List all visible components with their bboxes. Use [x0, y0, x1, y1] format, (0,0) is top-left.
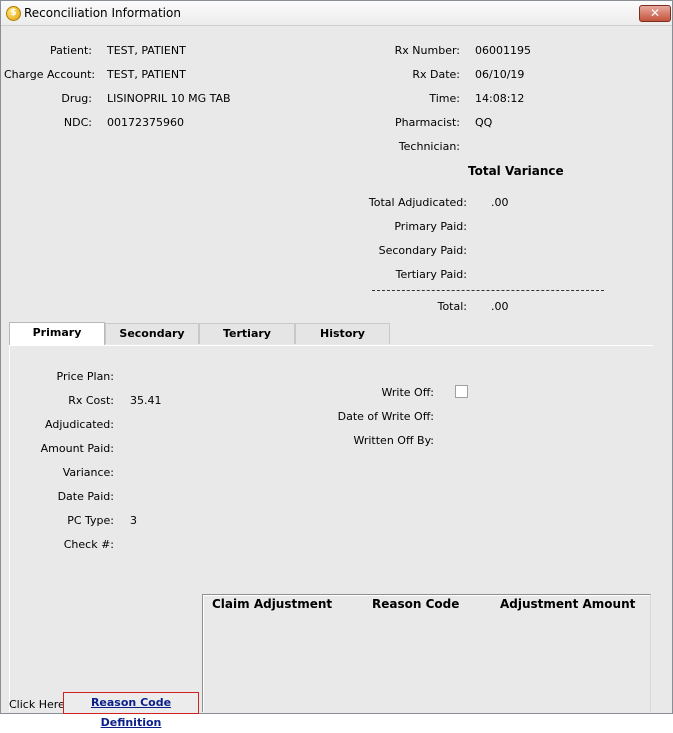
drug-value: LISINOPRIL 10 MG TAB [107, 92, 231, 105]
tab-history-label: History [320, 327, 365, 340]
window-client-area: Patient: TEST, PATIENT Charge Account: T… [4, 27, 670, 729]
rx-date-label: Rx Date: [412, 68, 460, 81]
reason-code-header[interactable]: Reason Code [372, 597, 459, 611]
price-plan-label: Price Plan: [56, 370, 114, 383]
rx-date-value: 06/10/19 [475, 68, 525, 81]
primary-paid-label: Primary Paid: [394, 220, 467, 233]
close-icon: ✕ [649, 6, 661, 20]
tab-tertiary-label: Tertiary [223, 327, 271, 340]
total-divider [372, 290, 604, 291]
variance-label: Variance: [62, 466, 114, 479]
rx-cost-label: Rx Cost: [68, 394, 114, 407]
adjustment-amount-header[interactable]: Adjustment Amount [500, 597, 635, 611]
adjudicated-label: Adjudicated: [45, 418, 114, 431]
patient-label: Patient: [49, 44, 92, 57]
total-adjudicated-value: .00 [491, 196, 509, 209]
tab-primary[interactable]: Primary [9, 322, 105, 345]
charge-account-value: TEST, PATIENT [107, 68, 186, 81]
title-bar[interactable]: $ Reconciliation Information ✕ [1, 1, 672, 26]
total-value: .00 [491, 300, 509, 313]
tab-history[interactable]: History [295, 323, 390, 344]
reconciliation-window: $ Reconciliation Information ✕ Patient: … [0, 0, 673, 729]
rx-cost-value: 35.41 [130, 394, 162, 407]
secondary-paid-label: Secondary Paid: [378, 244, 467, 257]
window-title: Reconciliation Information [24, 6, 181, 20]
ndc-value: 00172375960 [107, 116, 184, 129]
app-coin-icon: $ [6, 6, 21, 21]
tab-secondary[interactable]: Secondary [105, 323, 199, 344]
check-number-label: Check #: [63, 538, 114, 551]
patient-value: TEST, PATIENT [107, 44, 186, 57]
tertiary-paid-label: Tertiary Paid: [395, 268, 467, 281]
close-button[interactable]: ✕ [639, 5, 671, 22]
written-off-by-label: Written Off By: [353, 434, 434, 447]
ndc-label: NDC: [63, 116, 92, 129]
technician-label: Technician: [398, 140, 460, 153]
time-value: 14:08:12 [475, 92, 525, 105]
total-label: Total: [437, 300, 467, 313]
write-off-checkbox[interactable] [455, 385, 468, 398]
time-label: Time: [429, 92, 460, 105]
tab-strip: Primary Secondary Tertiary History [9, 322, 655, 345]
date-of-write-off-label: Date of Write Off: [337, 410, 434, 423]
claim-adjustment-header[interactable]: Claim Adjustment [212, 597, 332, 611]
pharmacist-value: QQ [475, 116, 493, 129]
pc-type-value: 3 [130, 514, 137, 527]
reason-code-definition-link[interactable]: Reason Code Definition [63, 692, 199, 729]
pharmacist-label: Pharmacist: [395, 116, 460, 129]
rx-number-label: Rx Number: [394, 44, 460, 57]
date-paid-label: Date Paid: [57, 490, 114, 503]
amount-paid-label: Amount Paid: [40, 442, 114, 455]
total-adjudicated-label: Total Adjudicated: [368, 196, 467, 209]
rx-number-value: 06001195 [475, 44, 531, 57]
click-here-label: Click Here: [9, 698, 69, 711]
pc-type-label: PC Type: [67, 514, 114, 527]
claim-adjustment-table[interactable]: Claim Adjustment Reason Code Adjustment … [202, 594, 651, 712]
write-off-label: Write Off: [381, 386, 434, 399]
total-variance-heading: Total Variance [468, 164, 564, 178]
tab-secondary-label: Secondary [119, 327, 185, 340]
tab-tertiary[interactable]: Tertiary [199, 323, 295, 344]
charge-account-label: Charge Account: [4, 68, 96, 81]
drug-label: Drug: [61, 92, 92, 105]
tab-primary-label: Primary [32, 326, 82, 339]
